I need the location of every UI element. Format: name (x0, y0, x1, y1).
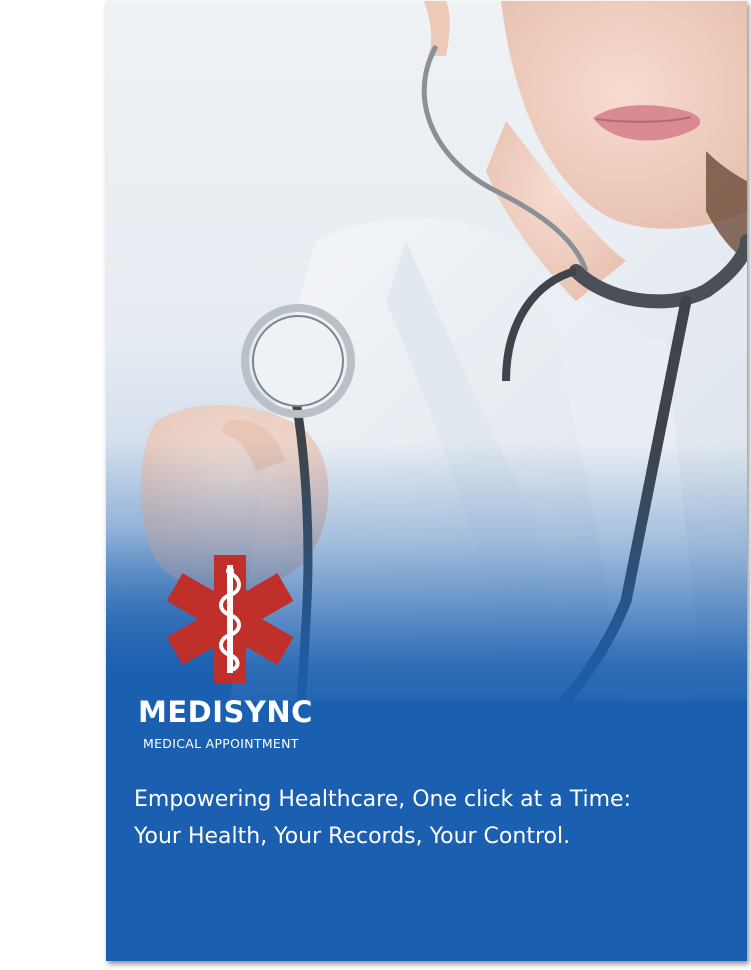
tagline-line-2: Your Health, Your Records, Your Control. (134, 824, 571, 849)
brand-name: MEDISYNC (138, 695, 313, 729)
star-of-life-icon (164, 553, 296, 685)
tagline: Empowering Healthcare, One click at a Ti… (134, 781, 734, 855)
brand-subtitle: MEDICAL APPOINTMENT (143, 736, 299, 751)
splash-card: MEDISYNC MEDICAL APPOINTMENT Empowering … (106, 1, 747, 961)
tagline-line-1: Empowering Healthcare, One click at a Ti… (134, 787, 632, 812)
